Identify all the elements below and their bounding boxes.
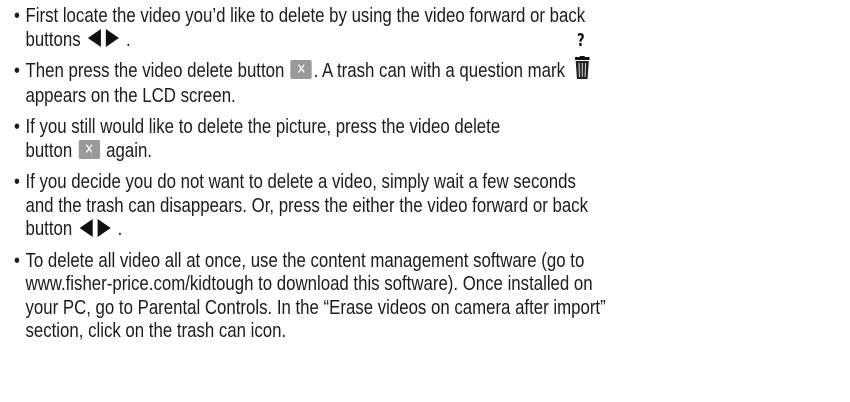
back-arrow-icon [79, 218, 93, 237]
trash-can-question-icon: ? [573, 31, 591, 80]
instruction-locate-video: • First locate the video you’d like to d… [14, 4, 845, 51]
instruction-text: First locate the video you’d like to del… [25, 4, 586, 27]
instruction-text: . [126, 27, 131, 51]
instruction-text: again. [106, 138, 152, 162]
bullet: • [14, 59, 20, 82]
instruction-text: To delete all video all at once, use the… [25, 248, 585, 272]
instruction-text: your PC, go to Parental Controls. In the… [25, 295, 606, 319]
instruction-text: and the trash can disappears. Or, press … [25, 193, 589, 217]
instruction-text: button [25, 217, 73, 241]
instruction-text: . [117, 217, 123, 241]
bullet: • [14, 115, 20, 139]
instruction-text: buttons [25, 27, 81, 51]
bullet: • [14, 170, 20, 194]
instruction-delete-all: • To delete all video all at once, use t… [14, 249, 845, 343]
instruction-text: appears on the LCD screen. [25, 83, 236, 107]
instruction-confirm-delete: • If you still would like to delete the … [14, 115, 845, 162]
instruction-page: • First locate the video you’d like to d… [0, 0, 850, 402]
instruction-text: . A trash can with a question mark [313, 59, 565, 82]
forward-arrow-icon [97, 218, 111, 237]
delete-video-instructions: • First locate the video you’d like to d… [14, 4, 834, 351]
back-arrow-icon [87, 29, 101, 48]
instruction-text: section, click on the trash can icon. [25, 319, 287, 343]
bullet: • [14, 4, 20, 27]
instruction-text: www.fisher-price.com/kidtough to downloa… [25, 272, 593, 296]
instruction-text: If you decide you do not want to delete … [25, 170, 576, 194]
instruction-cancel-delete: • If you decide you do not want to delet… [14, 170, 845, 241]
question-mark-icon: ? [577, 29, 585, 51]
instruction-text: Then press the video delete button [25, 59, 285, 82]
bullet: • [14, 248, 20, 272]
trash-can-icon [574, 55, 590, 79]
instruction-text: If you still would like to delete the pi… [25, 115, 501, 139]
instruction-press-delete: • Then press the video delete button ✕. … [14, 31, 845, 107]
delete-x-icon: ✕ [290, 60, 312, 80]
delete-x-icon: ✕ [78, 139, 100, 159]
instruction-text: button [25, 138, 73, 162]
forward-arrow-icon [105, 29, 119, 48]
